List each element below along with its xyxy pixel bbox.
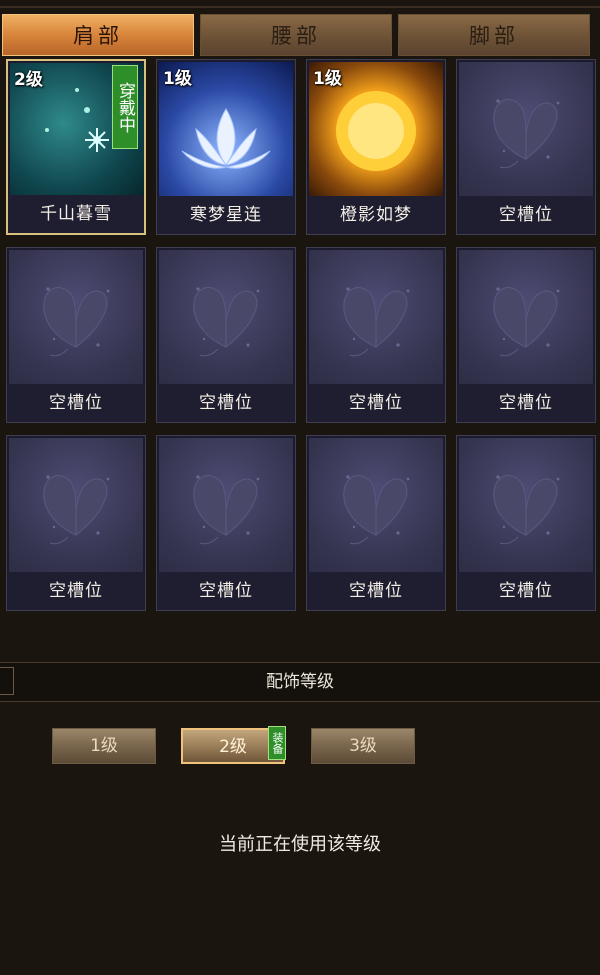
empty-slot-art [459, 250, 593, 384]
accessory-name: 空槽位 [157, 572, 295, 610]
accessory-name: 空槽位 [457, 384, 595, 422]
accessory-card[interactable]: 1级橙影如梦 [306, 59, 446, 235]
level-panel-header: 配饰等级 [0, 662, 600, 702]
accessory-name: 千山暮雪 [8, 195, 144, 233]
butterfly-icon [493, 287, 560, 357]
butterfly-icon [193, 475, 260, 545]
empty-slot[interactable]: 空槽位 [156, 247, 296, 423]
accessory-name: 空槽位 [157, 384, 295, 422]
level-label: 1级 [313, 69, 342, 89]
accessory-name: 橙影如梦 [307, 196, 445, 234]
empty-slot[interactable]: 空槽位 [6, 435, 146, 611]
level-label: 2级 [14, 70, 43, 90]
butterfly-icon [43, 475, 110, 545]
empty-slot[interactable]: 空槽位 [456, 247, 596, 423]
accessory-name: 空槽位 [457, 196, 595, 234]
empty-slot-art [9, 250, 143, 384]
accessory-name: 空槽位 [457, 572, 595, 610]
accessory-name: 空槽位 [307, 384, 445, 422]
butterfly-icon [493, 475, 560, 545]
empty-slot[interactable]: 空槽位 [456, 435, 596, 611]
empty-slot[interactable]: 空槽位 [306, 435, 446, 611]
butterfly-icon [43, 287, 110, 357]
accessory-card[interactable]: 2级 穿戴中千山暮雪 [6, 59, 146, 235]
accessory-name: 空槽位 [307, 572, 445, 610]
empty-slot[interactable]: 空槽位 [156, 435, 296, 611]
empty-slot[interactable]: 空槽位 [456, 59, 596, 235]
top-border [0, 6, 600, 8]
empty-slot-art [309, 250, 443, 384]
empty-slot-art [159, 250, 293, 384]
tab-shoulder[interactable]: 肩部 [2, 14, 194, 56]
butterfly-icon [343, 287, 410, 357]
empty-slot-art [459, 62, 593, 196]
level-label: 1级 [163, 69, 192, 89]
level-panel-title: 配饰等级 [266, 672, 334, 692]
level-1-button[interactable]: 1级 [52, 728, 156, 764]
accessory-card[interactable]: 1级寒梦星连 [156, 59, 296, 235]
empty-slot-art [159, 438, 293, 572]
empty-slot[interactable]: 空槽位 [6, 247, 146, 423]
butterfly-icon [493, 99, 560, 169]
tab-feet[interactable]: 脚部 [398, 14, 590, 56]
slot-tabs: 肩部 腰部 脚部 [0, 14, 600, 58]
empty-slot-art [309, 438, 443, 572]
butterfly-icon [193, 287, 260, 357]
empty-slot-art [459, 438, 593, 572]
accessory-name: 寒梦星连 [157, 196, 295, 234]
empty-slot[interactable]: 空槽位 [306, 247, 446, 423]
wearing-badge: 穿戴中 [112, 65, 138, 149]
accessory-name: 空槽位 [7, 572, 145, 610]
equipped-badge: 装备 [268, 726, 286, 760]
butterfly-icon [343, 475, 410, 545]
empty-slot-art [9, 438, 143, 572]
status-text: 当前正在使用该等级 [219, 834, 381, 855]
accessory-name: 空槽位 [7, 384, 145, 422]
tab-waist[interactable]: 腰部 [200, 14, 392, 56]
level-3-button[interactable]: 3级 [311, 728, 415, 764]
